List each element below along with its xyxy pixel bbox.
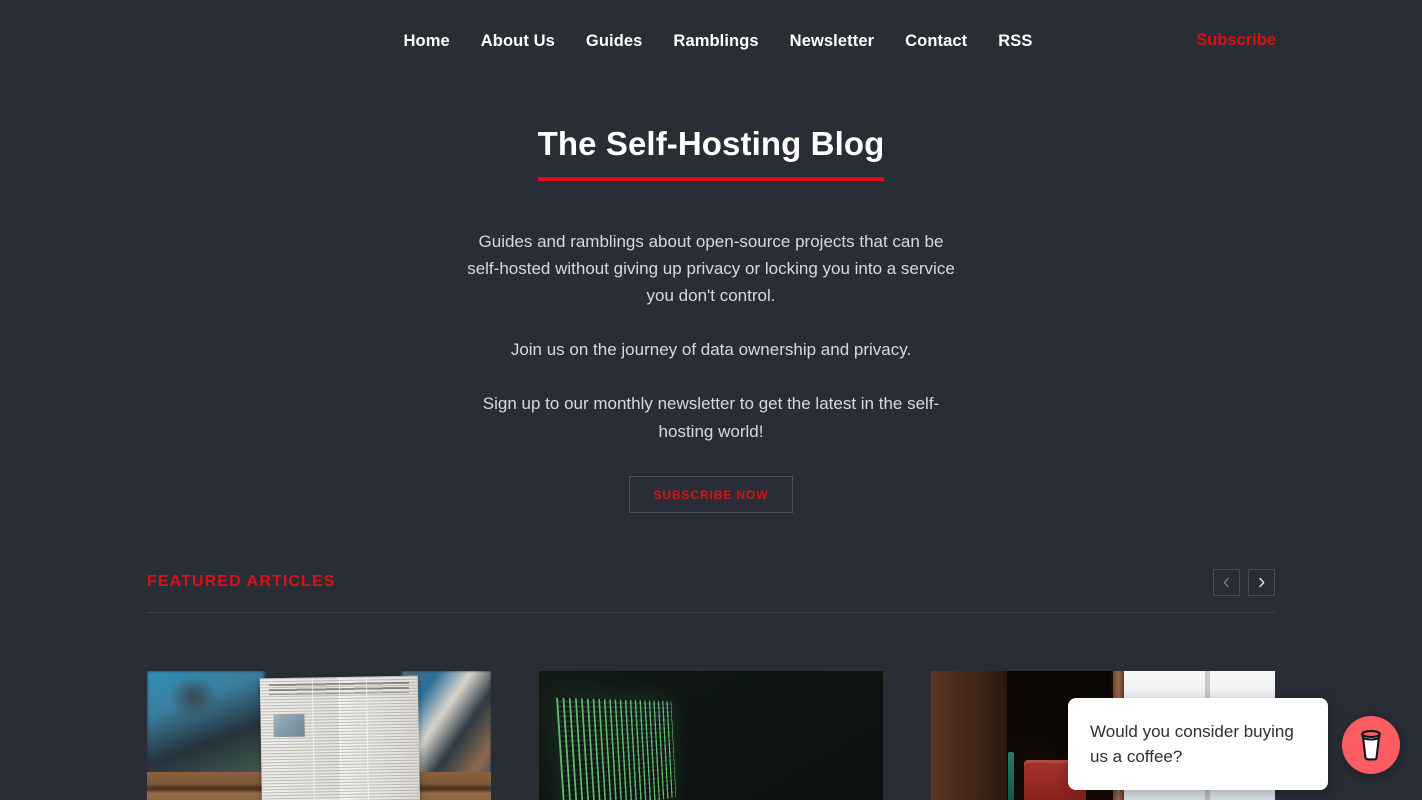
featured-card-2-image: [539, 670, 883, 800]
nav-link-newsletter[interactable]: Newsletter: [790, 33, 874, 50]
main-nav: Home About Us Guides Ramblings Newslette…: [390, 33, 1033, 50]
hero-paragraph-3: Sign up to our monthly newsletter to get…: [482, 394, 940, 441]
hero-section: The Self-Hosting Blog Guides and ramblin…: [0, 82, 1422, 513]
coffee-cup-icon: [1361, 729, 1381, 761]
carousel-prev-button[interactable]: [1213, 568, 1240, 596]
hero-paragraph-2: Join us on the journey of data ownership…: [510, 340, 912, 360]
hero-paragraph-1: Guides and ramblings about open-source p…: [467, 231, 955, 305]
coffee-tooltip-text: Would you consider buying us a coffee?: [1090, 722, 1294, 766]
carousel-next-button[interactable]: [1248, 568, 1275, 596]
matrix-laptop-photo: [539, 670, 883, 800]
green-pen: [1008, 752, 1014, 800]
wooden-wall: [931, 670, 1007, 800]
nav-link-contact[interactable]: Contact: [905, 33, 967, 50]
nav-link-ramblings[interactable]: Ramblings: [673, 33, 758, 50]
newspaper-photo: [147, 670, 491, 800]
featured-card-1-image: [147, 670, 491, 800]
buy-coffee-button[interactable]: [1342, 716, 1400, 774]
coffee-tooltip: Would you consider buying us a coffee?: [1068, 698, 1328, 790]
nav-link-guides[interactable]: Guides: [586, 33, 643, 50]
newspaper-sheet: [259, 675, 420, 800]
featured-card-1[interactable]: [147, 670, 491, 800]
featured-header: FEATURED ARTICLES: [147, 568, 1275, 613]
chevron-right-icon: [1259, 577, 1265, 588]
hero-description: Guides and ramblings about open-source p…: [461, 181, 961, 513]
subscribe-now-button[interactable]: SUBSCRIBE NOW: [629, 475, 793, 513]
nav-subscribe-link[interactable]: Subscribe: [1196, 31, 1276, 50]
chevron-left-icon: [1223, 577, 1229, 588]
carousel-navigation: [1213, 568, 1275, 596]
laptop-screen: [555, 697, 676, 800]
featured-card-2[interactable]: [539, 670, 883, 800]
featured-articles-title: FEATURED ARTICLES: [147, 573, 336, 591]
nav-link-rss[interactable]: RSS: [998, 33, 1032, 50]
top-navigation-bar: Home About Us Guides Ramblings Newslette…: [0, 0, 1422, 82]
nav-link-about-us[interactable]: About Us: [481, 33, 555, 50]
title-underline: [537, 176, 885, 181]
nav-link-home[interactable]: Home: [404, 33, 450, 50]
buy-me-a-coffee-widget: Would you consider buying us a coffee?: [1060, 695, 1422, 800]
page-title: The Self-Hosting Blog: [537, 125, 885, 162]
page-title-wrapper: The Self-Hosting Blog: [537, 124, 885, 181]
